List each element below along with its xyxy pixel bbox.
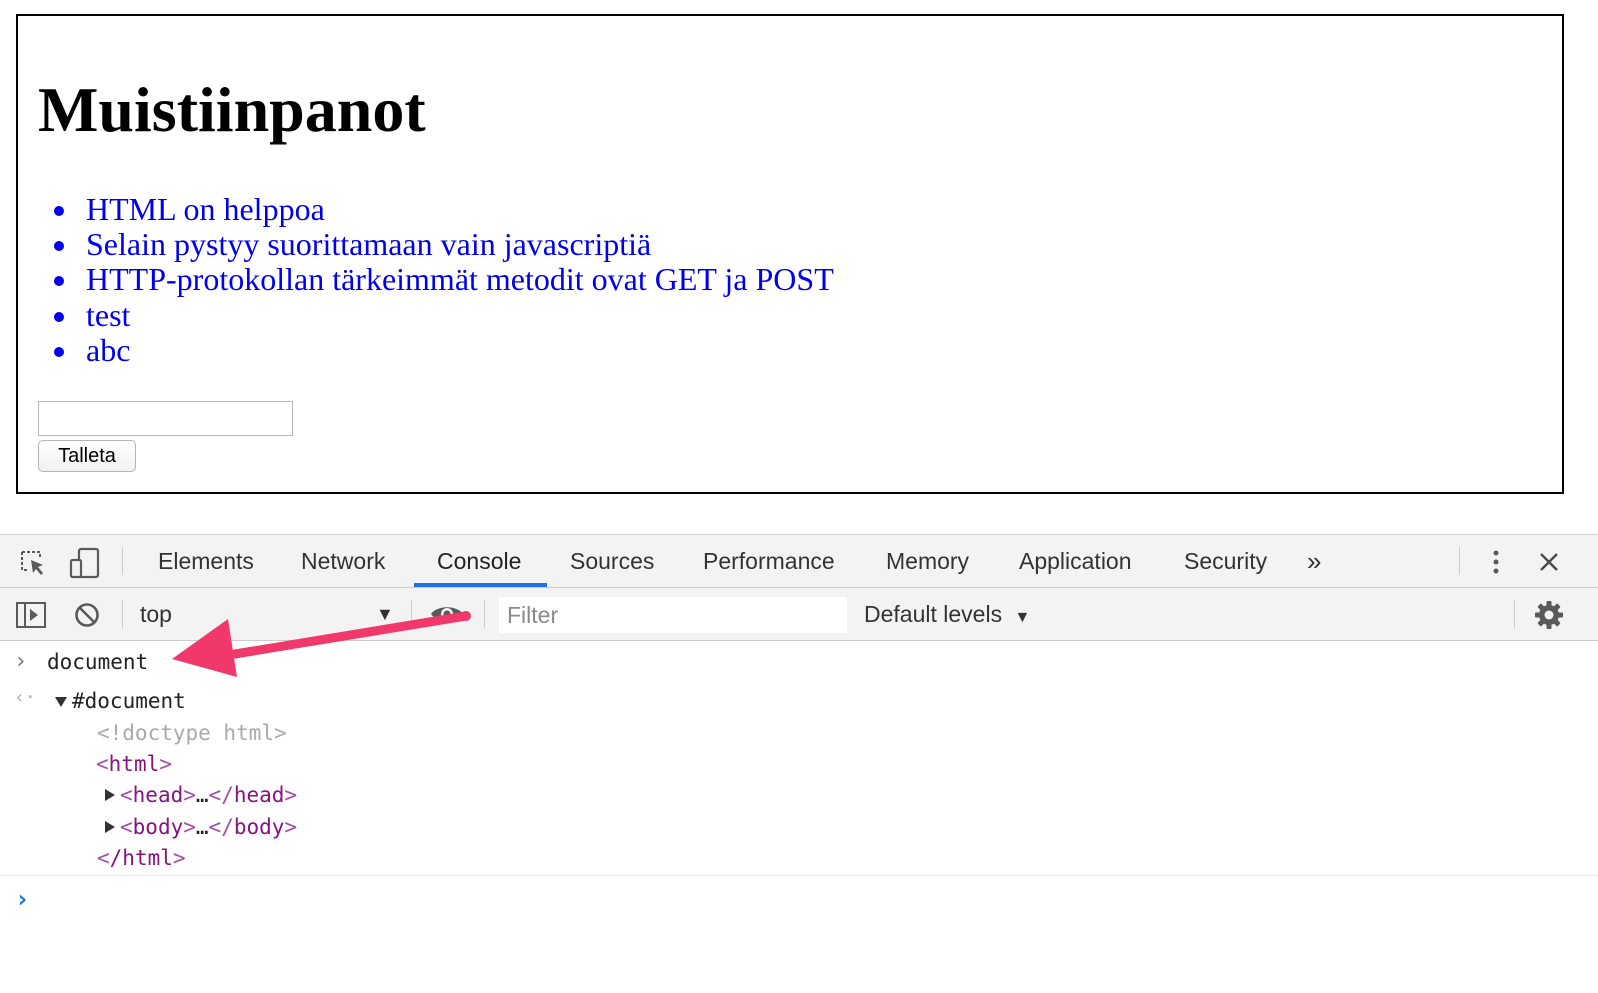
input-prompt-icon: › [14,649,28,674]
body-node[interactable]: <body>…</body> [120,815,297,839]
expand-triangle-icon[interactable] [105,789,115,801]
tab-security[interactable]: Security [1184,535,1267,587]
live-expression-icon[interactable] [429,602,465,626]
console-output: › document ‹· #document <!doctype html> … [0,641,1598,993]
devtools-tabbar: Elements Network Console Sources Perform… [0,535,1598,588]
note-link[interactable]: abc [86,332,130,368]
inspect-element-icon[interactable] [18,548,48,578]
close-icon[interactable] [1538,551,1560,573]
divider [411,600,412,628]
tag-name: body [132,815,184,839]
list-item: test [54,297,834,333]
divider [1459,547,1460,575]
tab-console[interactable]: Console [437,535,521,587]
console-toolbar: top ▼ Default levels ▼ [0,588,1598,641]
more-vertical-icon[interactable] [1486,547,1506,577]
expand-triangle-icon[interactable] [55,697,67,707]
divider [122,547,123,575]
divider [122,600,123,628]
default-levels-dropdown[interactable]: Default levels ▼ [864,588,1030,640]
tag-name: head [132,783,184,807]
chevron-down-icon: ▼ [1014,609,1031,626]
note-link[interactable]: HTTP-protokollan tärkeimmät metodit ovat… [86,261,834,297]
active-tab-indicator [414,583,547,587]
head-node[interactable]: <head>…</head> [120,783,297,807]
note-link[interactable]: Selain pystyy suorittamaan vain javascri… [86,226,651,262]
html-close-node[interactable]: </html> [97,846,186,870]
filter-input[interactable] [499,597,847,633]
list-item: HTTP-protokollan tärkeimmät metodit ovat… [54,261,834,297]
divider [0,875,1598,876]
list-item: HTML on helppoa [54,191,834,227]
show-sidebar-icon[interactable] [15,601,47,629]
doctype-node: <!doctype html> [97,721,287,745]
console-command: document [47,650,149,674]
tag-name: head [233,783,285,807]
result-root[interactable]: #document [72,689,186,713]
bullet [54,241,64,252]
levels-label: Default levels [864,601,1003,627]
notes-list: HTML on helppoa Selain pystyy suorittama… [54,191,834,368]
note-link[interactable]: HTML on helppoa [86,191,325,227]
bullet [54,276,64,287]
clear-console-icon[interactable] [74,602,100,628]
context-select[interactable]: top [140,588,172,640]
gear-icon[interactable] [1534,600,1564,630]
collapsed-ellipsis: … [195,783,209,807]
bullet [54,346,64,357]
note-input[interactable] [38,401,293,436]
save-button[interactable]: Talleta [38,440,136,472]
list-item: abc [54,332,834,368]
bullet [54,311,64,322]
tab-sources[interactable]: Sources [570,535,654,587]
page-title: Muistiinpanot [38,74,426,145]
bullet [54,206,64,216]
html-open-node[interactable]: <html> [96,752,172,776]
tag-name: /html [109,846,173,870]
devtools-panel: Elements Network Console Sources Perform… [0,534,1598,993]
collapsed-ellipsis: … [195,815,209,839]
expand-triangle-icon[interactable] [105,821,115,833]
note-link[interactable]: test [86,297,130,333]
console-prompt-icon: › [15,885,30,913]
tag-name: html [108,752,160,776]
tab-memory[interactable]: Memory [886,535,969,587]
more-tabs-button[interactable]: » [1307,535,1321,587]
result-prompt-icon: ‹· [14,687,36,708]
chevron-down-icon: ▼ [376,604,394,624]
tab-application[interactable]: Application [1019,535,1132,587]
console-input[interactable] [40,881,1580,921]
list-item: Selain pystyy suorittamaan vain javascri… [54,226,834,262]
tag-name: body [233,815,285,839]
tab-elements[interactable]: Elements [158,535,254,587]
page-viewport: Muistiinpanot HTML on helppoa Selain pys… [16,14,1564,494]
tab-network[interactable]: Network [301,535,385,587]
device-toolbar-icon[interactable] [68,546,102,580]
divider [1514,600,1515,628]
divider [484,600,485,628]
tab-performance[interactable]: Performance [703,535,835,587]
